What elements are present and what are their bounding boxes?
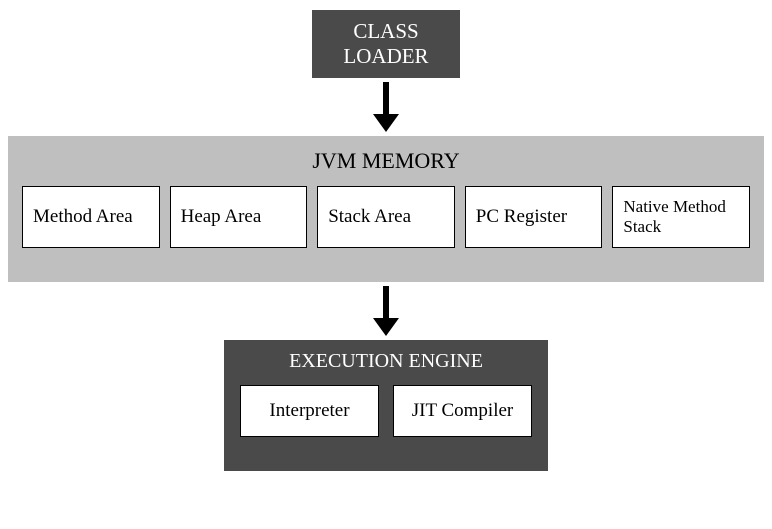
- arrow-down-2: [373, 286, 399, 336]
- memory-boxes-row: Method Area Heap Area Stack Area PC Regi…: [22, 186, 750, 248]
- engine-box-jit-compiler: JIT Compiler: [393, 385, 532, 437]
- arrow-line: [383, 286, 389, 318]
- memory-box-method-area: Method Area: [22, 186, 160, 248]
- engine-boxes-row: Interpreter JIT Compiler: [240, 385, 532, 437]
- memory-box-stack-area: Stack Area: [317, 186, 455, 248]
- memory-box-pc-register: PC Register: [465, 186, 603, 248]
- arrow-line: [383, 82, 389, 114]
- class-loader-line1: CLASS: [353, 19, 418, 44]
- arrow-down-1: [373, 82, 399, 132]
- engine-box-interpreter: Interpreter: [240, 385, 379, 437]
- class-loader-box: CLASS LOADER: [312, 10, 460, 78]
- execution-engine-container: EXECUTION ENGINE Interpreter JIT Compile…: [224, 340, 548, 471]
- arrow-head-icon: [373, 318, 399, 336]
- jvm-memory-container: JVM MEMORY Method Area Heap Area Stack A…: [8, 136, 764, 282]
- class-loader-line2: LOADER: [343, 44, 428, 69]
- jvm-memory-title: JVM MEMORY: [22, 148, 750, 174]
- memory-box-native-method-stack: Native Method Stack: [612, 186, 750, 248]
- execution-engine-title: EXECUTION ENGINE: [240, 350, 532, 373]
- arrow-head-icon: [373, 114, 399, 132]
- memory-box-heap-area: Heap Area: [170, 186, 308, 248]
